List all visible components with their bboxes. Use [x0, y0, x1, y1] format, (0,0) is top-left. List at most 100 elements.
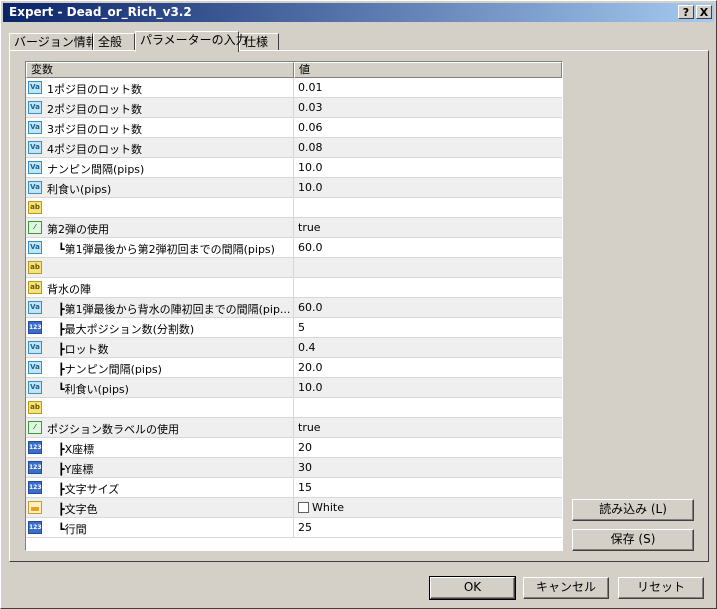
variable-cell[interactable]: 123 ┣X座標 — [26, 438, 294, 457]
table-row[interactable]: 123 ┣X座標 20 — [26, 438, 562, 458]
value-cell[interactable] — [294, 198, 562, 217]
variable-cell[interactable]: ⁄ 第2弾の使用 — [26, 218, 294, 237]
header-variable[interactable]: 変数 — [26, 62, 294, 78]
reset-button[interactable]: リセット — [618, 577, 704, 599]
variable-cell[interactable]: 123 ┣最大ポジション数(分割数) — [26, 318, 294, 337]
table-row[interactable]: Va ┣ナンピン間隔(pips) 20.0 — [26, 358, 562, 378]
ok-button[interactable]: OK — [429, 576, 516, 600]
value-cell[interactable]: 10.0 — [294, 158, 562, 177]
close-button[interactable]: X — [696, 5, 712, 19]
table-row[interactable]: 123 ┣Y座標 30 — [26, 458, 562, 478]
variable-cell[interactable]: ┣文字色 — [26, 498, 294, 517]
value-cell[interactable]: White — [294, 498, 562, 517]
table-row[interactable]: ┣文字色 White — [26, 498, 562, 518]
table-row[interactable]: ab 背水の陣 — [26, 278, 562, 298]
value-cell[interactable]: 0.08 — [294, 138, 562, 157]
variable-cell[interactable]: ab 背水の陣 — [26, 278, 294, 297]
window-title: Expert - Dead_or_Rich_v3.2 — [9, 5, 192, 19]
table-row[interactable]: Va 1ポジ目のロット数 0.01 — [26, 78, 562, 98]
variable-name: 3ポジ目のロット数 — [47, 123, 142, 136]
table-row[interactable]: 123 ┣最大ポジション数(分割数) 5 — [26, 318, 562, 338]
value-text: 20.0 — [298, 361, 323, 374]
save-button[interactable]: 保存 (S) — [572, 529, 694, 551]
variable-cell[interactable]: ⁄ ポジション数ラベルの使用 — [26, 418, 294, 437]
variable-cell[interactable]: ab — [26, 258, 294, 277]
table-row[interactable]: Va ┗利食い(pips) 10.0 — [26, 378, 562, 398]
variable-cell[interactable]: Va 3ポジ目のロット数 — [26, 118, 294, 137]
variable-name: ナンピン間隔(pips) — [47, 163, 145, 176]
variable-cell[interactable]: Va ┗第1弾最後から第2弾初回までの間隔(pips) — [26, 238, 294, 257]
ab-icon: ab — [28, 261, 42, 274]
value-text: true — [298, 421, 321, 434]
table-row[interactable]: Va 利食い(pips) 10.0 — [26, 178, 562, 198]
bool-icon: ⁄ — [28, 421, 42, 434]
value-cell[interactable]: 10.0 — [294, 378, 562, 397]
value-cell[interactable]: 5 — [294, 318, 562, 337]
variable-cell[interactable]: 123 ┣Y座標 — [26, 458, 294, 477]
table-row[interactable]: ab — [26, 198, 562, 218]
variable-cell[interactable]: Va 2ポジ目のロット数 — [26, 98, 294, 117]
variable-cell[interactable]: 123 ┗行間 — [26, 518, 294, 537]
value-cell[interactable]: 15 — [294, 478, 562, 497]
value-cell[interactable] — [294, 258, 562, 277]
table-row[interactable]: ab — [26, 258, 562, 278]
variable-cell[interactable]: Va 4ポジ目のロット数 — [26, 138, 294, 157]
table-row[interactable]: Va ┣ロット数 0.4 — [26, 338, 562, 358]
value-cell[interactable]: 20 — [294, 438, 562, 457]
variable-name: ポジション数ラベルの使用 — [47, 423, 179, 436]
table-row[interactable]: Va 4ポジ目のロット数 0.08 — [26, 138, 562, 158]
variable-cell[interactable]: Va ┗利食い(pips) — [26, 378, 294, 397]
value-cell[interactable]: 0.4 — [294, 338, 562, 357]
tab-parameters[interactable]: パラメーターの入力 — [135, 31, 248, 52]
help-button[interactable]: ? — [678, 5, 694, 19]
variable-cell[interactable]: ab — [26, 198, 294, 217]
variable-name: ┣X座標 — [58, 443, 95, 456]
value-cell[interactable]: 0.06 — [294, 118, 562, 137]
variable-cell[interactable]: Va 利食い(pips) — [26, 178, 294, 197]
value-text: 10.0 — [298, 381, 323, 394]
variable-cell[interactable]: Va ┣ナンピン間隔(pips) — [26, 358, 294, 377]
table-row[interactable]: ⁄ ポジション数ラベルの使用 true — [26, 418, 562, 438]
value-text: 0.01 — [298, 81, 323, 94]
value-cell[interactable]: true — [294, 418, 562, 437]
variable-cell[interactable]: Va ┣第1弾最後から背水の陣初回までの間隔(pip... — [26, 298, 294, 317]
load-button[interactable]: 読み込み (L) — [572, 499, 694, 521]
variable-cell[interactable]: 123 ┣文字サイズ — [26, 478, 294, 497]
variable-cell[interactable]: Va 1ポジ目のロット数 — [26, 78, 294, 97]
table-row[interactable]: 123 ┗行間 25 — [26, 518, 562, 538]
tab-general[interactable]: 全般 — [93, 33, 135, 51]
value-cell[interactable]: true — [294, 218, 562, 237]
tab-version-info[interactable]: バージョン情報 — [9, 33, 98, 51]
table-row[interactable]: Va 3ポジ目のロット数 0.06 — [26, 118, 562, 138]
value-cell[interactable] — [294, 278, 562, 297]
value-cell[interactable]: 25 — [294, 518, 562, 537]
value-cell[interactable]: 10.0 — [294, 178, 562, 197]
value-cell[interactable] — [294, 398, 562, 417]
table-row[interactable]: Va ┣第1弾最後から背水の陣初回までの間隔(pip... 60.0 — [26, 298, 562, 318]
table-row[interactable]: Va 2ポジ目のロット数 0.03 — [26, 98, 562, 118]
bool-icon: ⁄ — [28, 221, 42, 234]
variable-name: ┗利食い(pips) — [58, 383, 129, 396]
variable-cell[interactable]: Va ナンピン間隔(pips) — [26, 158, 294, 177]
header-value[interactable]: 値 — [294, 62, 562, 78]
variable-cell[interactable]: Va ┣ロット数 — [26, 338, 294, 357]
value-cell[interactable]: 20.0 — [294, 358, 562, 377]
variable-cell[interactable]: ab — [26, 398, 294, 417]
value-cell[interactable]: 60.0 — [294, 238, 562, 257]
value-cell[interactable]: 60.0 — [294, 298, 562, 317]
value-cell[interactable]: 0.01 — [294, 78, 562, 97]
variable-name: 利食い(pips) — [47, 183, 112, 196]
va-icon: Va — [28, 101, 42, 114]
variable-name: ┣文字色 — [58, 503, 98, 516]
parameter-grid[interactable]: 変数 値 Va 1ポジ目のロット数 0.01 Va 2ポジ目のロット数 0.03 Va 3ポジ… — [25, 61, 563, 551]
va-icon: Va — [28, 341, 42, 354]
cancel-button[interactable]: キャンセル — [523, 577, 609, 599]
value-cell[interactable]: 0.03 — [294, 98, 562, 117]
value-cell[interactable]: 30 — [294, 458, 562, 477]
ab-icon: ab — [28, 401, 42, 414]
table-row[interactable]: Va ┗第1弾最後から第2弾初回までの間隔(pips) 60.0 — [26, 238, 562, 258]
table-row[interactable]: 123 ┣文字サイズ 15 — [26, 478, 562, 498]
table-row[interactable]: ⁄ 第2弾の使用 true — [26, 218, 562, 238]
table-row[interactable]: ab — [26, 398, 562, 418]
table-row[interactable]: Va ナンピン間隔(pips) 10.0 — [26, 158, 562, 178]
